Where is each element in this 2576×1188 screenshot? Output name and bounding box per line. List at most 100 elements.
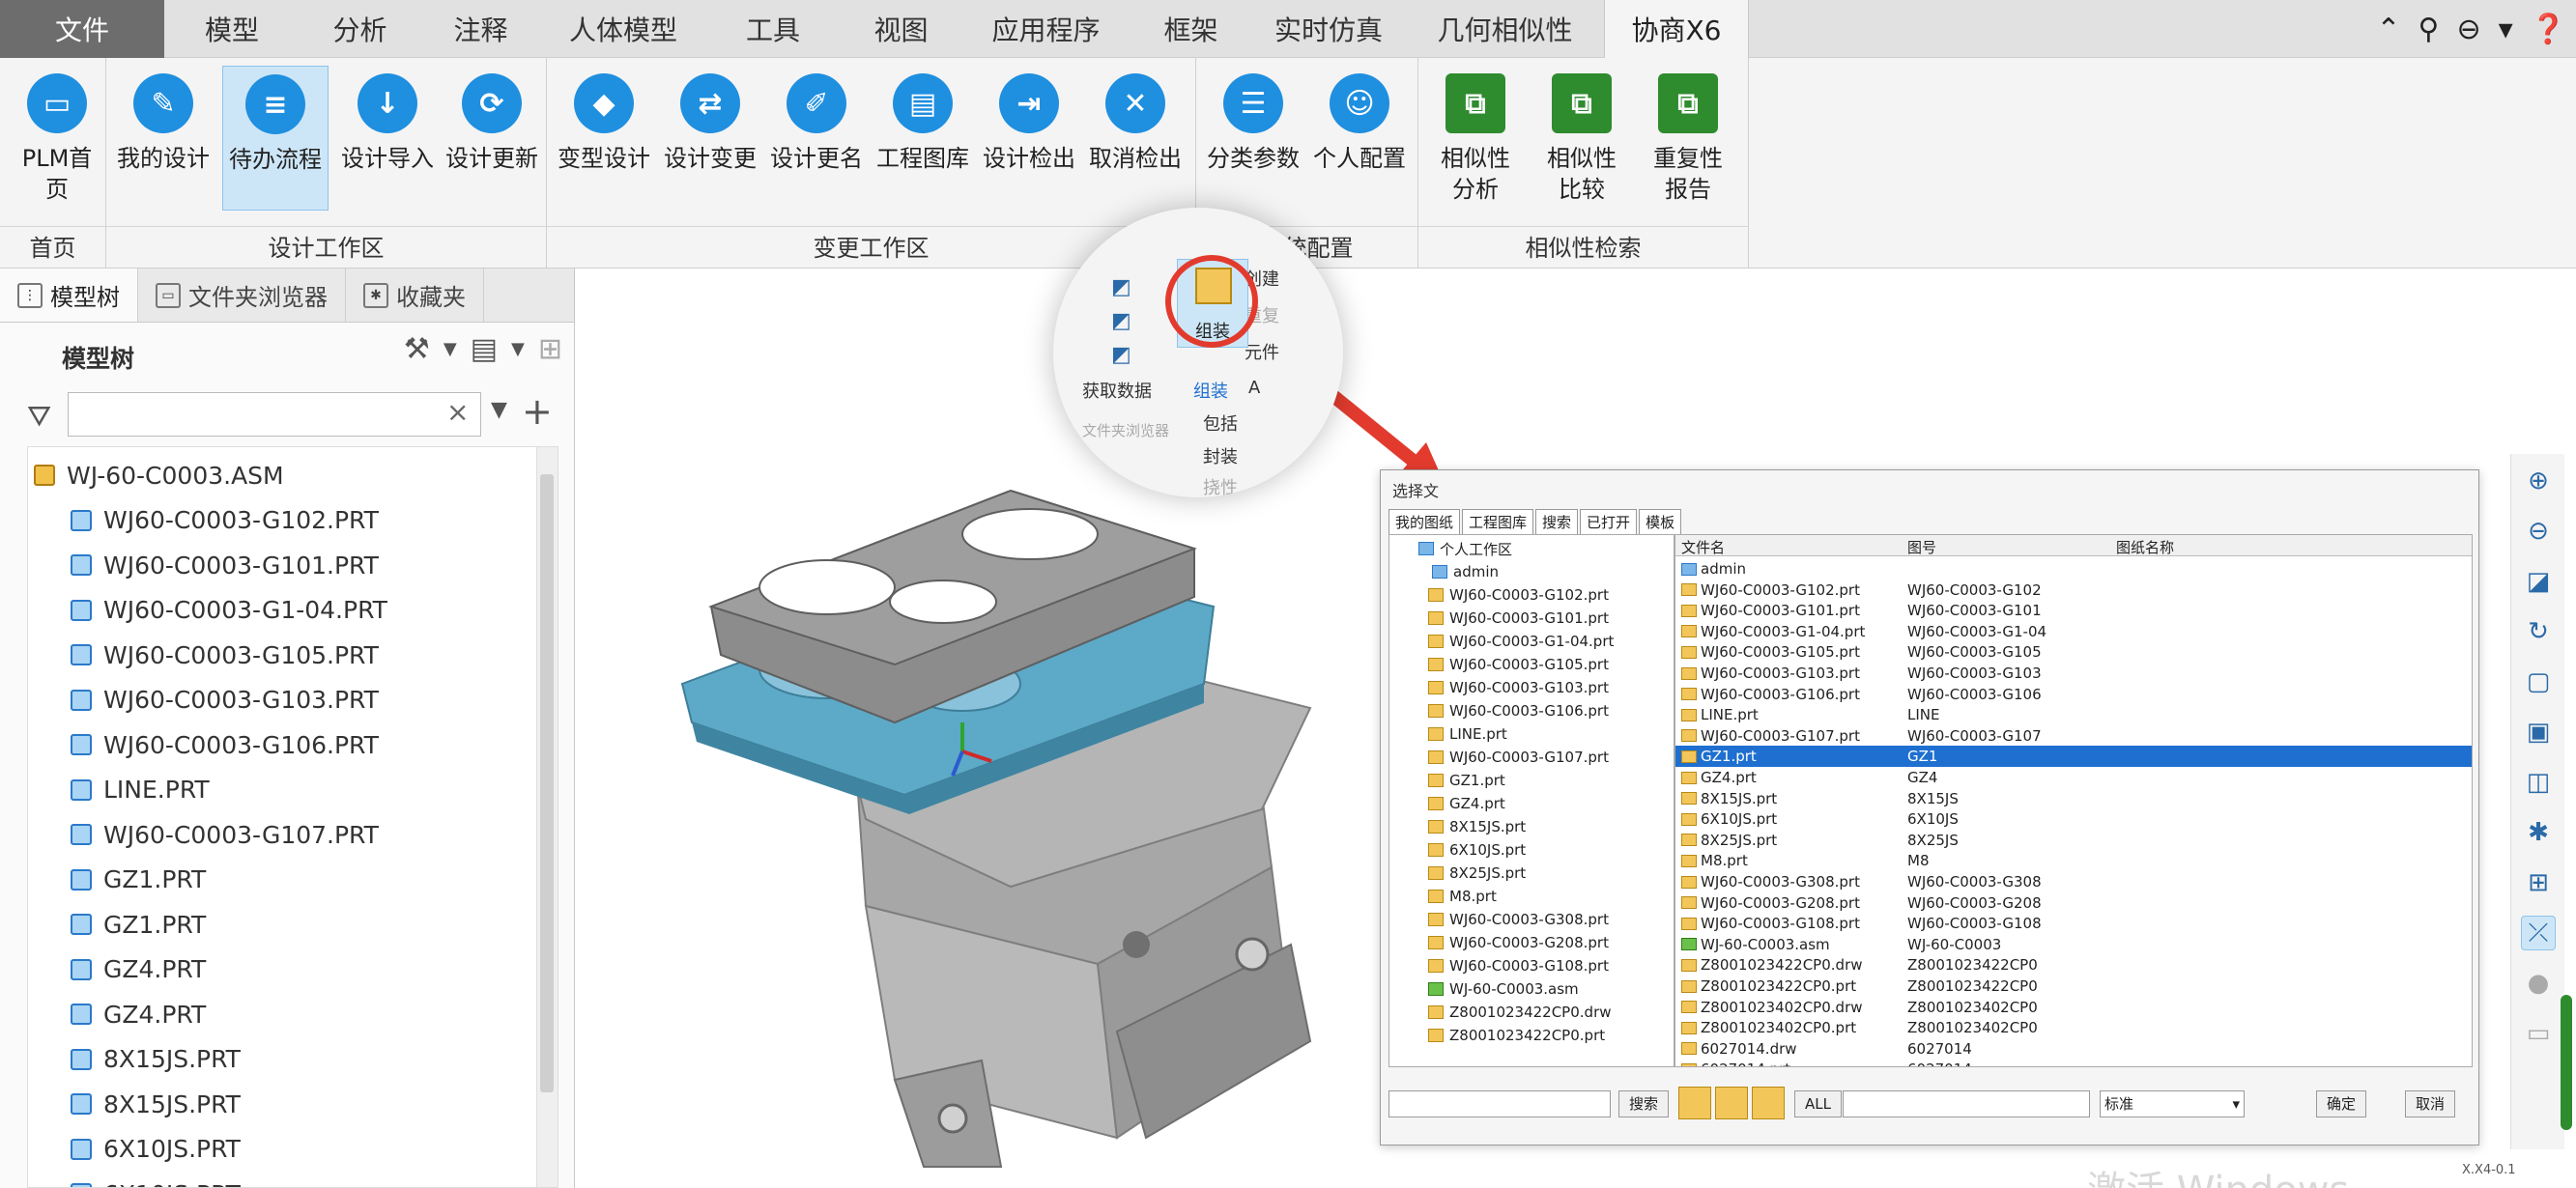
dialog-search-input[interactable] — [1388, 1090, 1611, 1117]
column-header[interactable]: 文件名 — [1681, 537, 1725, 557]
dialog-tree-node[interactable]: WJ60-C0003-G108.prt — [1428, 954, 1609, 977]
dialog-tree-node[interactable]: WJ60-C0003-G1-04.prt — [1428, 630, 1614, 653]
cancel-button[interactable]: 取消 — [2405, 1090, 2456, 1117]
help-icon[interactable]: ❓ — [2531, 13, 2566, 46]
table-row[interactable]: 6027014.prt 6027014 — [1675, 1059, 2472, 1066]
column-header[interactable]: 图号 — [1907, 537, 1936, 557]
menu-tab[interactable]: 视图 — [841, 0, 961, 58]
menu-tab[interactable]: 协商X6 — [1604, 0, 1749, 58]
dialog-tree-node[interactable]: 8X15JS.prt — [1428, 815, 1526, 838]
table-row[interactable]: Z8001023422CP0.prt Z8001023422CP0 — [1675, 976, 2472, 997]
dialog-tree-node[interactable]: Z8001023422CP0.drw — [1428, 1001, 1612, 1024]
duplicate-report-button[interactable]: ⧉ 重复性报告 — [1635, 66, 1741, 211]
table-row[interactable]: WJ60-C0003-G101.prt WJ60-C0003-G101 — [1675, 600, 2472, 621]
design-change-button[interactable]: ⇄ 设计变更 — [657, 66, 763, 211]
design-update-button[interactable]: ⟳ 设计更新 — [439, 66, 545, 211]
popup-include[interactable]: 包括 — [1203, 410, 1238, 436]
table-row[interactable]: admin — [1675, 558, 2472, 580]
menu-tab[interactable]: 人体模型 — [541, 0, 705, 58]
menu-tab[interactable]: 模型 — [164, 0, 300, 58]
menu-tab[interactable]: 分析 — [300, 0, 420, 58]
design-checkout-button[interactable]: ⇥ 设计检出 — [976, 66, 1082, 211]
tree-node[interactable]: GZ1.PRT — [71, 902, 206, 947]
table-row[interactable]: WJ60-C0003-G108.prt WJ60-C0003-G108 — [1675, 913, 2472, 934]
annotation-display-icon[interactable]: ⊞ — [2521, 865, 2556, 900]
tree-node[interactable]: WJ60-C0003-G105.PRT — [71, 633, 379, 677]
tree-node[interactable]: WJ60-C0003-G107.PRT — [71, 812, 379, 857]
tree-node[interactable]: GZ4.PRT — [71, 948, 206, 992]
design-import-button[interactable]: ↓ 设计导入 — [334, 66, 441, 211]
tree-node[interactable]: LINE.PRT — [71, 768, 210, 812]
plm-home-button[interactable]: ▭ PLM首页 — [4, 66, 110, 211]
tab-model-tree[interactable]: ⋮ 模型树 — [0, 269, 138, 322]
dialog-tree-node[interactable]: WJ60-C0003-G105.prt — [1428, 653, 1609, 676]
refit-icon[interactable]: ◪ — [2521, 564, 2556, 599]
todo-flow-button[interactable]: ≡ 待办流程 — [222, 66, 329, 211]
menu-tab[interactable]: 工具 — [705, 0, 841, 58]
popup-get-data[interactable]: 获取数据 — [1082, 378, 1152, 403]
funnel-icon[interactable]: ⛛ — [27, 400, 51, 434]
dialog-tab[interactable]: 工程图库 — [1462, 509, 1534, 534]
table-row[interactable]: WJ60-C0003-G308.prt WJ60-C0003-G308 — [1675, 871, 2472, 892]
table-row[interactable]: Z8001023402CP0.drw Z8001023402CP0 — [1675, 997, 2472, 1018]
saved-views-icon[interactable]: ▣ — [2521, 715, 2556, 750]
settings-tools-icon[interactable]: ⚒ — [404, 332, 430, 366]
dialog-tab[interactable]: 搜索 — [1535, 509, 1579, 534]
column-header[interactable]: 图纸名称 — [2116, 537, 2174, 557]
table-row[interactable]: Z8001023422CP0.drw Z8001023422CP0 — [1675, 954, 2472, 976]
filter-part-icon[interactable] — [1678, 1087, 1711, 1119]
dialog-tree-node[interactable]: admin — [1432, 560, 1499, 583]
tree-node[interactable]: 6X10JS.PRT — [71, 1127, 241, 1172]
all-input[interactable] — [1843, 1090, 2090, 1117]
dialog-tree-node[interactable]: 8X25JS.prt — [1428, 862, 1526, 885]
table-row[interactable]: WJ60-C0003-G107.prt WJ60-C0003-G107 — [1675, 725, 2472, 747]
table-row[interactable]: WJ60-C0003-G103.prt WJ60-C0003-G103 — [1675, 663, 2472, 684]
view-manager-icon[interactable]: ◫ — [2521, 765, 2556, 800]
section-icon[interactable]: ▭ — [2521, 1016, 2556, 1051]
similarity-analysis-button[interactable]: ⧉ 相似性分析 — [1422, 66, 1529, 211]
reorient-icon[interactable]: ↻ — [2521, 614, 2556, 649]
classify-params-button[interactable]: ☰ 分类参数 — [1200, 66, 1306, 211]
popup-flexible[interactable]: 挠性 — [1203, 474, 1238, 497]
filter-drawing-icon[interactable] — [1715, 1087, 1748, 1119]
tree-scrollbar[interactable] — [536, 447, 558, 1187]
search-icon[interactable]: ⚲ — [2418, 13, 2439, 46]
tree-node[interactable]: WJ60-C0003-G103.PRT — [71, 678, 379, 722]
ok-button[interactable]: 确定 — [2316, 1090, 2367, 1117]
tree-node[interactable]: WJ60-C0003-G101.PRT — [71, 543, 379, 587]
dialog-tab[interactable]: 我的图纸 — [1388, 509, 1461, 534]
tree-columns-icon[interactable]: ▤ — [471, 332, 498, 366]
clear-icon[interactable]: × — [446, 396, 469, 428]
dialog-tree-node[interactable]: GZ1.prt — [1428, 769, 1505, 792]
dialog-tree-node[interactable]: WJ60-C0003-G107.prt — [1428, 746, 1609, 769]
table-row[interactable]: LINE.prt LINE — [1675, 704, 2472, 725]
personal-config-button[interactable]: ☺ 个人配置 — [1306, 66, 1413, 211]
table-row[interactable]: WJ60-C0003-G105.prt WJ60-C0003-G105 — [1675, 641, 2472, 663]
dialog-tree-node[interactable]: WJ60-C0003-G103.prt — [1428, 676, 1609, 699]
tree-node[interactable]: WJ60-C0003-G102.PRT — [71, 498, 379, 543]
dialog-tree-node[interactable]: WJ60-C0003-G102.prt — [1428, 583, 1609, 607]
similarity-compare-button[interactable]: ⧉ 相似性比较 — [1529, 66, 1635, 211]
display-style-icon[interactable]: ▢ — [2521, 665, 2556, 699]
chevron-down-icon[interactable]: ▼ — [491, 398, 507, 422]
tab-folder-browser[interactable]: ▭ 文件夹浏览器 — [138, 269, 346, 322]
table-row[interactable]: WJ60-C0003-G208.prt WJ60-C0003-G208 — [1675, 892, 2472, 914]
table-row[interactable]: 6X10JS.prt 6X10JS — [1675, 808, 2472, 830]
dialog-tab[interactable]: 模板 — [1639, 509, 1682, 534]
zoom-out-icon[interactable]: ⊖ — [2521, 514, 2556, 549]
dialog-tree-root[interactable]: 个人工作区 — [1418, 537, 1512, 560]
add-icon[interactable]: + — [522, 390, 553, 433]
tree-node[interactable]: 6X10JS.PRT — [71, 1172, 241, 1187]
dialog-search-button[interactable]: 搜索 — [1618, 1090, 1670, 1117]
chevron-up-icon[interactable]: ⌃ — [2376, 13, 2400, 46]
tree-filter-icon[interactable]: ⊞ — [538, 332, 562, 366]
chevron-down-icon[interactable]: ▼ — [511, 339, 525, 359]
popup-package[interactable]: 封装 — [1203, 443, 1238, 468]
table-row[interactable]: WJ60-C0003-G1-04.prt WJ60-C0003-G1-04 — [1675, 621, 2472, 642]
table-row[interactable]: 8X15JS.prt 8X15JS — [1675, 788, 2472, 809]
menu-tab[interactable]: 文件 — [0, 0, 164, 58]
tree-node[interactable]: 8X15JS.PRT — [71, 1037, 241, 1082]
dialog-tree-node[interactable]: LINE.prt — [1428, 722, 1507, 746]
sphere-icon[interactable]: ● — [2521, 966, 2556, 1001]
dialog-tree-node[interactable]: M8.prt — [1428, 885, 1497, 908]
